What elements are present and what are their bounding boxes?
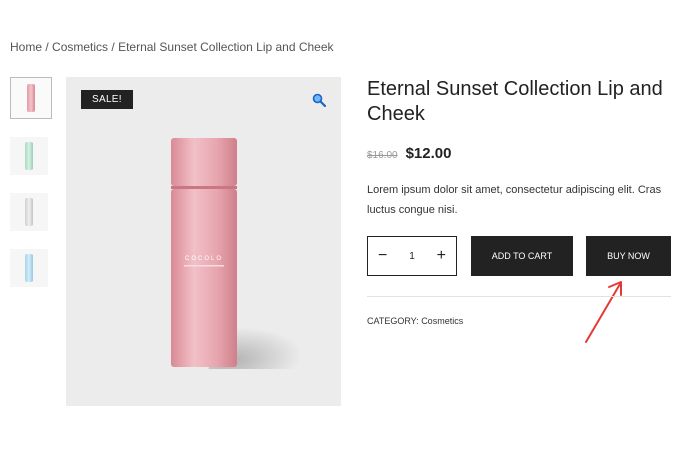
product-title: Eternal Sunset Collection Lip and Cheek bbox=[367, 78, 663, 125]
thumbnail-mint[interactable] bbox=[10, 137, 48, 175]
price-block: $16.00 $12.00 bbox=[367, 145, 451, 163]
product-main-image[interactable]: SALE! COCOLO bbox=[66, 77, 341, 406]
buy-now-button[interactable]: BUY NOW bbox=[586, 236, 671, 276]
annotation-arrow-icon bbox=[585, 281, 622, 343]
breadcrumb: Home / Cosmetics / Eternal Sunset Collec… bbox=[10, 40, 334, 54]
product-description: Lorem ipsum dolor sit amet, consectetur … bbox=[367, 184, 662, 216]
product-meta: CATEGORY: Cosmetics bbox=[367, 316, 463, 326]
breadcrumb-separator: / bbox=[42, 40, 53, 54]
bottle-brand-text: COCOLO bbox=[185, 256, 223, 262]
divider bbox=[367, 296, 671, 297]
bottle-image bbox=[25, 198, 33, 226]
minus-icon[interactable]: − bbox=[378, 247, 387, 265]
magnifier-icon[interactable] bbox=[312, 93, 326, 107]
breadcrumb-home-link[interactable]: Home bbox=[10, 40, 42, 54]
breadcrumb-current: Eternal Sunset Collection Lip and Cheek bbox=[118, 40, 334, 54]
breadcrumb-separator: / bbox=[108, 40, 119, 54]
add-to-cart-button[interactable]: ADD TO CART bbox=[471, 236, 573, 276]
product-bottle: COCOLO bbox=[171, 138, 237, 367]
quantity-input[interactable]: 1 bbox=[409, 251, 415, 262]
plus-icon[interactable]: + bbox=[437, 247, 446, 265]
breadcrumb-category-link[interactable]: Cosmetics bbox=[52, 40, 108, 54]
old-price: $16.00 bbox=[367, 150, 398, 161]
bottle-image bbox=[25, 254, 33, 282]
thumbnail-list bbox=[10, 77, 52, 305]
thumbnail-pink[interactable] bbox=[10, 77, 52, 119]
quantity-stepper: − 1 + bbox=[367, 236, 457, 276]
thumbnail-gray[interactable] bbox=[10, 193, 48, 231]
thumbnail-blue[interactable] bbox=[10, 249, 48, 287]
category-link[interactable]: Cosmetics bbox=[421, 316, 463, 326]
category-label: CATEGORY: bbox=[367, 316, 422, 326]
bottle-image bbox=[27, 84, 35, 112]
sale-badge: SALE! bbox=[81, 90, 133, 109]
bottle-image bbox=[25, 142, 33, 170]
sale-price: $12.00 bbox=[405, 145, 452, 162]
